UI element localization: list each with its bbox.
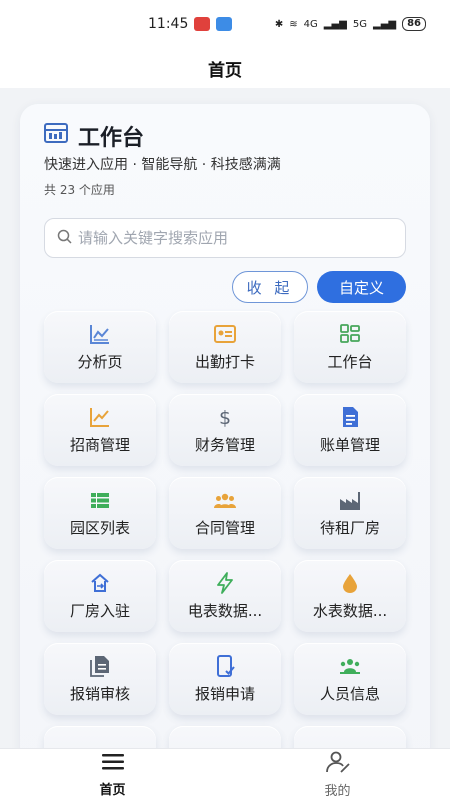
app-tile[interactable] xyxy=(169,726,281,748)
app-tile-label: 待租厂房 xyxy=(319,518,380,537)
app-count: 共 23 个应用 xyxy=(44,183,115,197)
app-tile-label: 厂房入驻 xyxy=(69,601,130,620)
signal-4g-label: 4G xyxy=(303,18,318,30)
list-icon xyxy=(88,489,112,511)
workbench-header: 工作台 xyxy=(44,120,144,152)
app-tile[interactable]: $ 财务管理 xyxy=(169,394,281,466)
app-tile-label: 园区列表 xyxy=(69,518,130,537)
app-tile[interactable]: 工作台 xyxy=(294,311,406,383)
document-icon xyxy=(338,406,362,428)
workbench-title: 工作台 xyxy=(78,126,145,151)
search-icon xyxy=(57,229,72,248)
app-grid: 分析页 出勤打卡 工作台招商管理 $ 财务管理 账单管理园区列表 合同管理 待租厂房厂房入驻 电… xyxy=(44,311,406,748)
app-tile-label: 财务管理 xyxy=(194,435,255,454)
battery-indicator: 86 xyxy=(402,17,426,31)
app-tile-label: 电表数据... xyxy=(187,601,263,620)
app-tile-label: 分析页 xyxy=(77,352,123,371)
status-bar: 11:45 ✱ ≋ 4G ▂▄▆ 5G ▂▄▆ 86 xyxy=(0,0,450,48)
main-content: 工作台 快速进入应用 · 智能导航 · 科技感满满 共 23 个应用 收 起 自… xyxy=(0,88,450,748)
group-icon xyxy=(338,655,362,677)
app-tile-label: 人员信息 xyxy=(319,684,380,703)
app-tile[interactable] xyxy=(294,726,406,748)
tab-home-label: 首页 xyxy=(99,782,126,798)
chart-icon xyxy=(88,323,112,345)
nav-bar: 首页 xyxy=(0,48,450,88)
factory-icon xyxy=(338,489,362,511)
signal-5g-label: 5G xyxy=(352,18,367,30)
signal-icon: ▂▄▆ xyxy=(323,18,347,30)
app-tile[interactable]: 账单管理 xyxy=(294,394,406,466)
app-tile[interactable]: 厂房入驻 xyxy=(44,560,156,632)
move-in-icon xyxy=(88,572,112,594)
signal-icon-2: ▂▄▆ xyxy=(373,18,397,30)
app-tile-label: 工作台 xyxy=(327,352,373,371)
tab-home[interactable]: 首页 xyxy=(0,749,225,800)
wifi-icon: ≋ xyxy=(289,18,298,30)
menu-icon xyxy=(101,752,125,776)
tab-mine-label: 我的 xyxy=(324,783,351,799)
app-tile-label: 报销审核 xyxy=(69,684,130,703)
app-tile[interactable]: 水表数据... xyxy=(294,560,406,632)
dollar-icon: $ xyxy=(213,406,237,428)
water-drop-icon xyxy=(338,572,362,594)
app-tile[interactable]: 人员信息 xyxy=(294,643,406,715)
people-icon xyxy=(213,489,237,511)
app-tile[interactable]: 合同管理 xyxy=(169,477,281,549)
app-tile-label: 招商管理 xyxy=(69,435,130,454)
trend-icon xyxy=(88,406,112,428)
app-notification-icon xyxy=(194,17,211,31)
app-tile-label: 合同管理 xyxy=(194,518,255,537)
app-tile[interactable]: 园区列表 xyxy=(44,477,156,549)
tab-bar: 首页 我的 xyxy=(0,748,450,800)
app-tile[interactable]: 出勤打卡 xyxy=(169,311,281,383)
page-title: 首页 xyxy=(208,60,242,81)
app-tile-label: 出勤打卡 xyxy=(194,352,255,371)
status-time: 11:45 xyxy=(148,16,189,32)
app-tile-label: 水表数据... xyxy=(312,601,388,620)
weather-icon xyxy=(216,17,233,31)
workbench-subtitle: 快速进入应用 · 智能导航 · 科技感满满 xyxy=(44,157,281,173)
app-tile-label: 报销申请 xyxy=(194,684,255,703)
id-card-icon xyxy=(213,323,237,345)
app-tile[interactable]: 待租厂房 xyxy=(294,477,406,549)
dashboard-icon xyxy=(44,123,68,149)
phone-check-icon xyxy=(213,654,237,677)
workbench-card: 工作台 快速进入应用 · 智能导航 · 科技感满满 共 23 个应用 收 起 自… xyxy=(20,104,430,748)
grid-icon xyxy=(338,323,362,345)
customize-button[interactable]: 自定义 xyxy=(317,271,406,303)
search-box[interactable] xyxy=(44,218,406,258)
app-tile[interactable]: 报销申请 xyxy=(169,643,281,715)
app-tile[interactable]: 招商管理 xyxy=(44,394,156,466)
lightning-icon xyxy=(213,571,237,594)
app-tile[interactable] xyxy=(44,726,156,748)
app-tile[interactable]: 分析页 xyxy=(44,311,156,383)
copy-doc-icon xyxy=(88,655,112,677)
svg-text:$: $ xyxy=(219,407,231,428)
user-icon xyxy=(325,751,351,777)
collapse-button[interactable]: 收 起 xyxy=(232,271,308,303)
app-tile-label: 账单管理 xyxy=(319,435,380,454)
app-tile[interactable]: 报销审核 xyxy=(44,643,156,715)
tab-mine[interactable]: 我的 xyxy=(225,749,450,800)
bluetooth-icon: ✱ xyxy=(274,18,284,30)
search-input[interactable] xyxy=(78,229,405,247)
app-tile[interactable]: 电表数据... xyxy=(169,560,281,632)
